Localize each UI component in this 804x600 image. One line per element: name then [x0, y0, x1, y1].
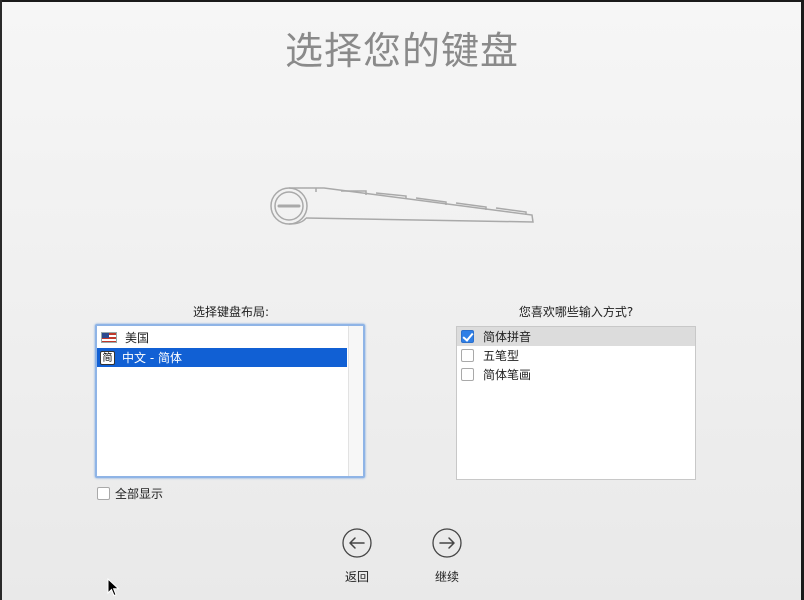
input-method-label: 简体笔画: [483, 368, 532, 382]
mouse-cursor-icon: [107, 578, 120, 597]
input-method-stroke[interactable]: 简体笔画: [457, 365, 695, 384]
us-flag-icon: [101, 332, 117, 343]
arrow-left-circle-icon[interactable]: [342, 528, 372, 558]
stroke-checkbox[interactable]: [461, 368, 474, 381]
layout-item-chinese-simplified[interactable]: 简 中文 - 简体: [97, 348, 347, 367]
arrow-right-circle-icon[interactable]: [432, 528, 462, 558]
keyboard-layout-list[interactable]: 美国 简 中文 - 简体: [95, 324, 365, 478]
show-all-checkbox[interactable]: [97, 487, 110, 500]
continue-label: 继续: [434, 570, 459, 584]
input-method-label: 您喜欢哪些输入方式?: [518, 305, 634, 319]
input-method-pinyin[interactable]: 简体拼音: [457, 327, 695, 346]
input-method-list[interactable]: 简体拼音 五笔型 简体笔画: [456, 326, 696, 480]
continue-button[interactable]: 继续: [417, 528, 477, 585]
show-all-label: 全部显示: [115, 487, 164, 501]
input-method-label: 五笔型: [483, 349, 520, 363]
pinyin-checkbox[interactable]: [461, 330, 474, 343]
layout-item-label: 美国: [125, 331, 150, 345]
layout-item-label: 中文 - 简体: [122, 351, 182, 365]
input-method-label: 简体拼音: [483, 330, 532, 344]
layout-item-us[interactable]: 美国: [97, 328, 349, 347]
back-button[interactable]: 返回: [327, 528, 387, 585]
window-frame-top: [0, 0, 804, 2]
keyboard-layout-label: 选择键盘布局:: [192, 305, 270, 319]
keyboard-illustration: [270, 187, 534, 225]
window-frame-left: [0, 0, 2, 600]
page-title: 选择您的键盘: [284, 29, 519, 73]
back-label: 返回: [344, 570, 369, 584]
show-all-option[interactable]: 全部显示: [97, 485, 163, 502]
layout-list-scrollbar[interactable]: [348, 326, 363, 476]
input-method-wubi[interactable]: 五笔型: [457, 346, 695, 365]
simplified-chinese-icon: 简: [100, 350, 115, 365]
wubi-checkbox[interactable]: [461, 349, 474, 362]
